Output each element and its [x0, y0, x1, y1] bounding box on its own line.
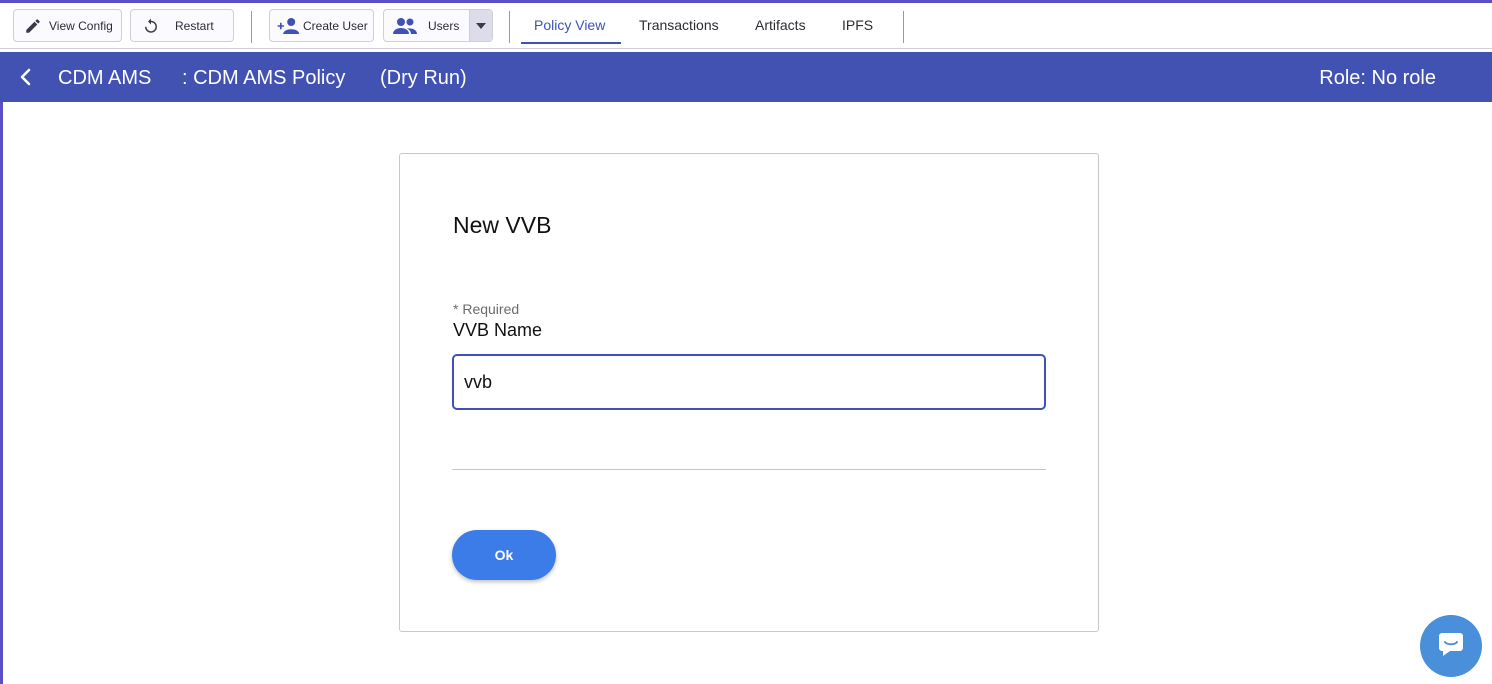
- back-chevron-icon[interactable]: [18, 68, 34, 86]
- divider: [452, 469, 1046, 470]
- tab-artifacts[interactable]: Artifacts: [755, 17, 806, 33]
- required-note: * Required: [453, 301, 520, 317]
- dropdown-arrow-icon[interactable]: [469, 10, 492, 41]
- view-config-label: View Config: [49, 18, 113, 33]
- new-vvb-dialog: New VVB * Required VVB Name Ok: [399, 153, 1099, 632]
- tab-transactions[interactable]: Transactions: [639, 17, 719, 33]
- create-user-button[interactable]: Create User: [269, 9, 374, 42]
- add-user-icon: [276, 17, 300, 35]
- users-dropdown-button[interactable]: Users: [383, 9, 493, 42]
- policy-name: : CDM AMS Policy: [182, 67, 346, 89]
- users-icon: [392, 17, 418, 35]
- vvb-name-input[interactable]: [452, 354, 1046, 410]
- toolbar: View Config Restart Create User Users Po…: [0, 3, 1492, 49]
- active-tab-indicator: [521, 42, 621, 44]
- restart-label: Restart: [175, 18, 214, 33]
- tab-ipfs[interactable]: IPFS: [842, 17, 873, 33]
- create-user-label: Create User: [303, 18, 368, 33]
- view-config-button[interactable]: View Config: [13, 9, 122, 42]
- vvb-name-label: VVB Name: [453, 320, 543, 340]
- dialog-title: New VVB: [453, 212, 552, 238]
- run-mode: (Dry Run): [380, 67, 467, 89]
- users-label: Users: [428, 18, 460, 33]
- chat-button[interactable]: [1420, 615, 1482, 677]
- ok-button[interactable]: Ok: [452, 530, 556, 580]
- toolbar-separator: [903, 11, 904, 43]
- pencil-icon: [24, 17, 42, 35]
- restart-icon: [142, 17, 160, 35]
- tab-policy-view[interactable]: Policy View: [534, 17, 605, 33]
- chat-icon: [1436, 629, 1466, 664]
- policy-prefix: CDM AMS: [58, 67, 152, 89]
- toolbar-separator: [251, 11, 252, 43]
- left-accent-bar: [0, 102, 3, 684]
- role-label: Role: No role: [1319, 67, 1436, 89]
- policy-header: CDM AMS : CDM AMS Policy (Dry Run) Role:…: [0, 52, 1492, 102]
- toolbar-separator: [509, 11, 510, 43]
- restart-button[interactable]: Restart: [130, 9, 234, 42]
